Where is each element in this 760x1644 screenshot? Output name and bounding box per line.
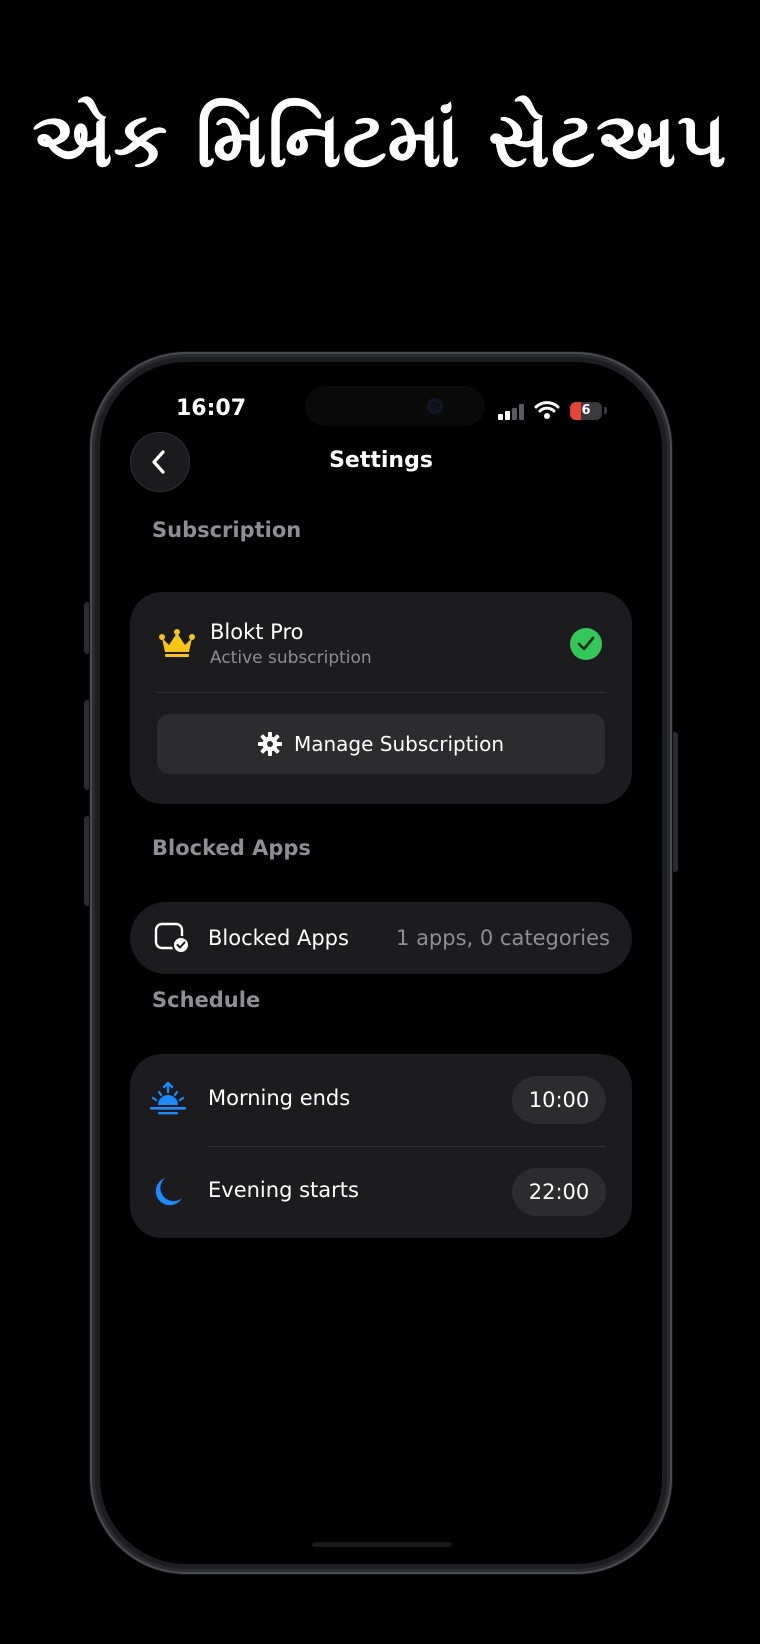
schedule-card: Morning ends 10:00 Evening starts 22:00 <box>130 1054 632 1238</box>
marketing-headline: એક મિનિટમાં સેટઅપ <box>32 95 728 184</box>
phone-screen: 16:07 6 Settings Subscription Blokt Pro <box>100 362 662 1564</box>
moon-icon <box>155 1178 182 1206</box>
wifi-icon <box>534 401 560 419</box>
section-label-subscription: Subscription <box>152 518 302 542</box>
gear-icon <box>257 732 282 756</box>
blocked-apps-icon <box>154 922 190 954</box>
power-button <box>672 732 678 872</box>
blocked-apps-label: Blocked Apps <box>208 926 349 950</box>
evening-starts-time[interactable]: 22:00 <box>512 1168 606 1216</box>
manage-subscription-label: Manage Subscription <box>293 732 505 756</box>
dynamic-island <box>305 386 485 426</box>
card-divider <box>157 692 605 693</box>
home-indicator <box>312 1542 452 1547</box>
page-title: Settings <box>329 448 433 473</box>
front-camera <box>427 398 443 414</box>
cellular-signal-icon <box>498 404 524 420</box>
section-label-blocked-apps: Blocked Apps <box>152 836 311 860</box>
morning-ends-time[interactable]: 10:00 <box>512 1076 606 1124</box>
subscription-card: Blokt Pro Active subscription Manage Sub… <box>130 592 632 804</box>
schedule-row-morning[interactable]: Morning ends 10:00 <box>130 1054 632 1146</box>
battery-icon: 6 <box>570 402 602 420</box>
blocked-apps-row[interactable]: Blocked Apps 1 apps, 0 categories <box>130 902 632 974</box>
evening-starts-label: Evening starts <box>208 1178 359 1202</box>
status-time: 16:07 <box>176 396 247 421</box>
battery-nub <box>604 407 607 414</box>
schedule-row-evening[interactable]: Evening starts 22:00 <box>130 1146 632 1238</box>
plan-name: Blokt Pro <box>210 620 304 644</box>
blocked-apps-count: 1 apps, 0 categories <box>396 926 610 950</box>
morning-ends-label: Morning ends <box>208 1086 351 1110</box>
active-check-icon <box>570 628 602 660</box>
battery-level: 6 <box>581 403 591 418</box>
crown-icon <box>159 629 195 657</box>
section-label-schedule: Schedule <box>152 988 261 1012</box>
manage-subscription-button[interactable]: Manage Subscription <box>157 714 605 774</box>
sunrise-icon <box>150 1081 186 1115</box>
plan-status: Active subscription <box>210 648 372 668</box>
